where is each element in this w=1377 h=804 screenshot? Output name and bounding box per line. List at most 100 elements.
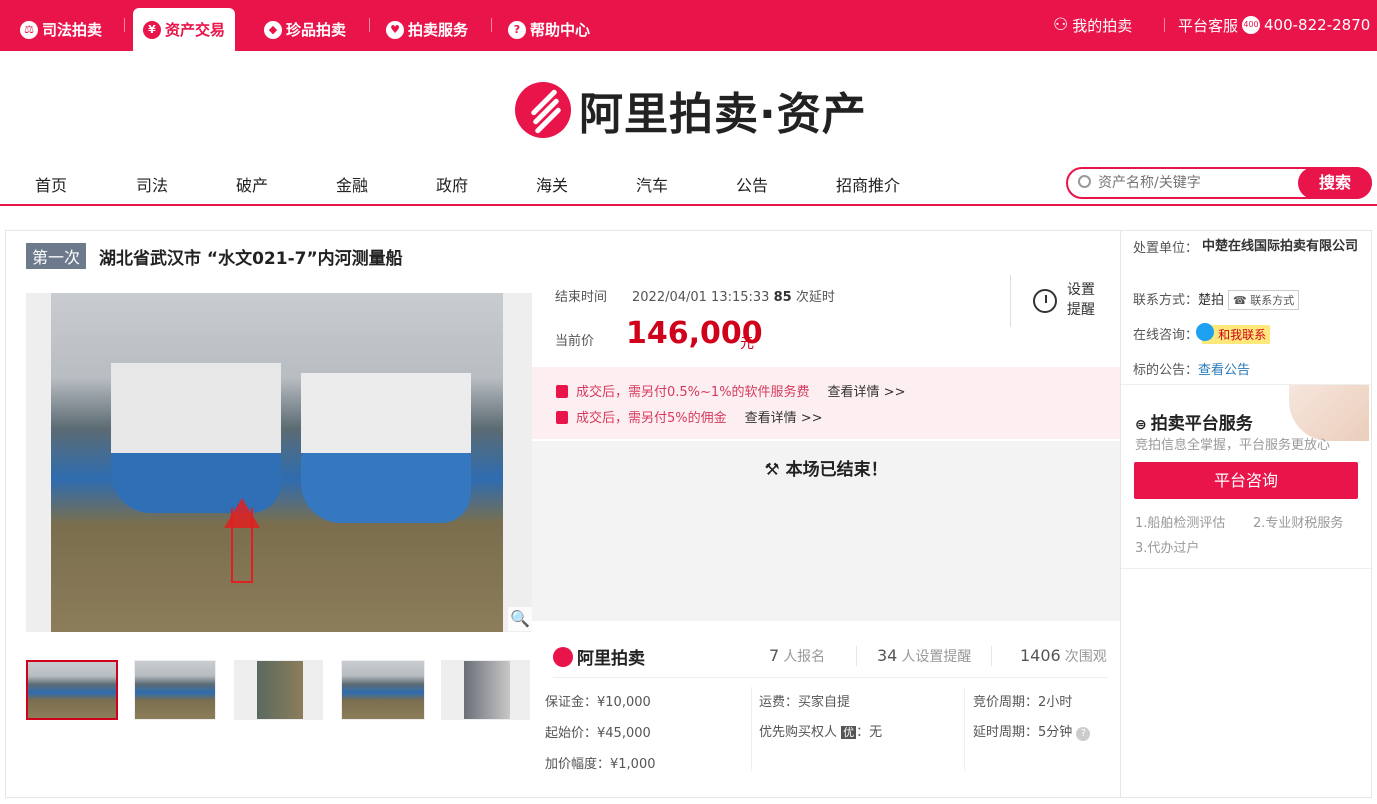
divider bbox=[964, 687, 965, 771]
main-photo[interactable] bbox=[26, 293, 532, 632]
contact-button[interactable]: ☎ 联系方式 bbox=[1228, 290, 1300, 310]
item-title: 湖北省武汉市 “水文021-7”内河测量船 bbox=[99, 249, 403, 269]
views-label: 次围观 bbox=[1064, 649, 1107, 665]
service-agent-image bbox=[1289, 385, 1369, 441]
fee-text: 成交后，需另付5%的佣金 bbox=[576, 411, 727, 426]
ended-text: 本场已结束！ bbox=[785, 460, 888, 480]
diamond-icon: ◆ bbox=[264, 20, 282, 39]
set-reminder[interactable]: 设置提醒 bbox=[1010, 275, 1110, 327]
price-unit: 元 bbox=[740, 336, 754, 352]
phone-icon: 400 bbox=[1242, 16, 1261, 34]
topnav-help[interactable]: ? 帮助中心 bbox=[508, 8, 590, 51]
nav-item-auto[interactable]: 汽车 bbox=[636, 172, 668, 196]
boat-cabin bbox=[111, 363, 281, 453]
divider bbox=[491, 18, 492, 32]
contact-tag-label: 联系方式 bbox=[1250, 294, 1295, 307]
divider bbox=[369, 18, 370, 32]
nav-item-notice[interactable]: 公告 bbox=[736, 172, 768, 196]
fee-row: 成交后，需另付5%的佣金 查看详情 >> bbox=[556, 407, 823, 426]
help-icon: ? bbox=[508, 20, 526, 39]
service-title: ⊜ 拍卖平台服务 bbox=[1135, 409, 1253, 434]
service-subtitle: 竞拍信息全掌握，平台服务更放心 bbox=[1135, 438, 1331, 453]
topnav-label: 司法拍卖 bbox=[42, 21, 103, 39]
divider bbox=[751, 687, 752, 771]
service-item: 1.船舶检测评估 bbox=[1135, 516, 1226, 531]
bid-cycle: 竞价周期：2小时 bbox=[973, 695, 1073, 710]
search-input[interactable] bbox=[1098, 173, 1298, 193]
fee-details-link[interactable]: 查看详情 >> bbox=[745, 411, 823, 426]
notice-link[interactable]: 查看公告 bbox=[1198, 363, 1250, 378]
user-icon: ⚇ bbox=[1053, 15, 1069, 35]
thumbnail-5[interactable] bbox=[441, 660, 530, 720]
my-auction-link[interactable]: ⚇ 我的拍卖 bbox=[1053, 8, 1132, 42]
priority-value: ：无 bbox=[856, 725, 883, 740]
brand-logo[interactable]: 阿里拍卖·资产 bbox=[515, 80, 867, 140]
contact-row: 联系方式：楚拍 ☎ 联系方式 bbox=[1133, 289, 1300, 310]
fee-row: 成交后，需另付0.5%~1%的软件服务费 查看详情 >> bbox=[556, 381, 905, 400]
alipaimai-logo-icon bbox=[553, 646, 573, 667]
gavel-icon: ⚖ bbox=[20, 20, 38, 39]
nav-item-judicial[interactable]: 司法 bbox=[136, 172, 168, 196]
my-auction-label: 我的拍卖 bbox=[1072, 16, 1133, 35]
thumbnail-3[interactable] bbox=[234, 660, 323, 720]
alipaimai-name: 阿里拍卖 bbox=[577, 649, 645, 669]
consult-label: 在线咨询： bbox=[1133, 328, 1199, 343]
search-icon bbox=[1078, 175, 1091, 188]
topnav-treasure[interactable]: ◆ 珍品拍卖 bbox=[264, 8, 346, 51]
current-price-label: 当前价 bbox=[555, 334, 595, 349]
nav-item-finance[interactable]: 金融 bbox=[336, 172, 368, 196]
gavel-icon: ⚒ bbox=[764, 460, 780, 480]
delay-cycle: 延时周期：5分钟 ? bbox=[973, 721, 1091, 741]
deposit: 保证金：¥10,000 bbox=[545, 695, 651, 710]
delay-count: 85 bbox=[773, 290, 792, 305]
thumbnail-4[interactable] bbox=[341, 660, 425, 720]
thumbnail-2[interactable] bbox=[134, 660, 216, 720]
top-bar: ⚖ 司法拍卖 ¥ 资产交易 ◆ 珍品拍卖 ♥ 拍卖服务 ? 帮助中心 ⚇ 我的拍卖 平台客服… bbox=[0, 0, 1377, 51]
topnav-label: 拍卖服务 bbox=[408, 21, 469, 39]
service-title-text: 拍卖平台服务 bbox=[1150, 414, 1253, 434]
alipaimai-logo: 阿里拍卖 bbox=[553, 644, 645, 669]
auction-ended-box: ⚒ 本场已结束！ bbox=[532, 441, 1120, 621]
reminder-count: 34 bbox=[877, 646, 898, 665]
platform-service: ⊜ 拍卖平台服务 竞拍信息全掌握，平台服务更放心 平台咨询 1.船舶检测评估 2.… bbox=[1121, 384, 1371, 569]
fee-notice: 成交后，需另付0.5%~1%的软件服务费 查看详情 >> 成交后，需另付5%的佣金… bbox=[532, 367, 1120, 439]
service-item: 3.代办过户 bbox=[1135, 541, 1200, 556]
topnav-asset[interactable]: ¥ 资产交易 bbox=[133, 8, 236, 51]
brand-name: 阿里拍卖·资产 bbox=[579, 89, 867, 140]
notice-label: 标的公告： bbox=[1133, 363, 1199, 378]
service-label: 平台客服 bbox=[1178, 16, 1239, 35]
zoom-icon[interactable]: 🔍 bbox=[508, 607, 532, 631]
delay-label: 次延时 bbox=[795, 290, 835, 305]
start-price: 起始价：¥45,000 bbox=[545, 726, 651, 741]
end-time-value: 2022/04/01 13:15:33 85 次延时 bbox=[632, 286, 835, 305]
views-stat: 1406 次围观 bbox=[1020, 646, 1107, 666]
fee-details-link[interactable]: 查看详情 >> bbox=[828, 385, 906, 400]
service-phone: 400-822-2870 bbox=[1264, 16, 1371, 34]
auction-logo-icon: ⊜ bbox=[1135, 417, 1147, 433]
service-item: 2.专业财税服务 bbox=[1253, 516, 1344, 531]
nav-item-government[interactable]: 政府 bbox=[436, 172, 468, 196]
topnav-service[interactable]: ♥ 拍卖服务 bbox=[386, 8, 468, 51]
nav-item-bankruptcy[interactable]: 破产 bbox=[236, 172, 268, 196]
signup-count: 7 bbox=[769, 646, 780, 665]
thumbnail-1[interactable] bbox=[26, 660, 118, 720]
search-box: 搜索 bbox=[1066, 167, 1372, 199]
search-button[interactable]: 搜索 bbox=[1298, 167, 1372, 199]
views-count: 1406 bbox=[1020, 646, 1061, 665]
boat-image bbox=[51, 293, 503, 632]
delay-cycle-text: 延时周期：5分钟 bbox=[973, 725, 1073, 740]
nav-item-home[interactable]: 首页 bbox=[35, 172, 67, 196]
nav-item-investment[interactable]: 招商推介 bbox=[836, 172, 900, 196]
shipping: 运费：买家自提 bbox=[759, 695, 851, 710]
notice-row: 标的公告：查看公告 bbox=[1133, 359, 1250, 378]
topnav-judicial[interactable]: ⚖ 司法拍卖 bbox=[20, 8, 102, 51]
boat-hull bbox=[301, 453, 471, 523]
customer-service[interactable]: 平台客服 400 400-822-2870 bbox=[1178, 8, 1370, 42]
end-time-label: 结束时间 bbox=[555, 290, 608, 305]
help-icon[interactable]: ? bbox=[1076, 727, 1091, 741]
nav-item-customs[interactable]: 海关 bbox=[536, 172, 568, 196]
platform-consult-button[interactable]: 平台咨询 bbox=[1134, 462, 1358, 499]
priority-badge: 优 bbox=[841, 726, 857, 739]
phone-icon: ☎ bbox=[1233, 294, 1251, 307]
chat-button[interactable]: 和我联系 bbox=[1196, 323, 1271, 344]
